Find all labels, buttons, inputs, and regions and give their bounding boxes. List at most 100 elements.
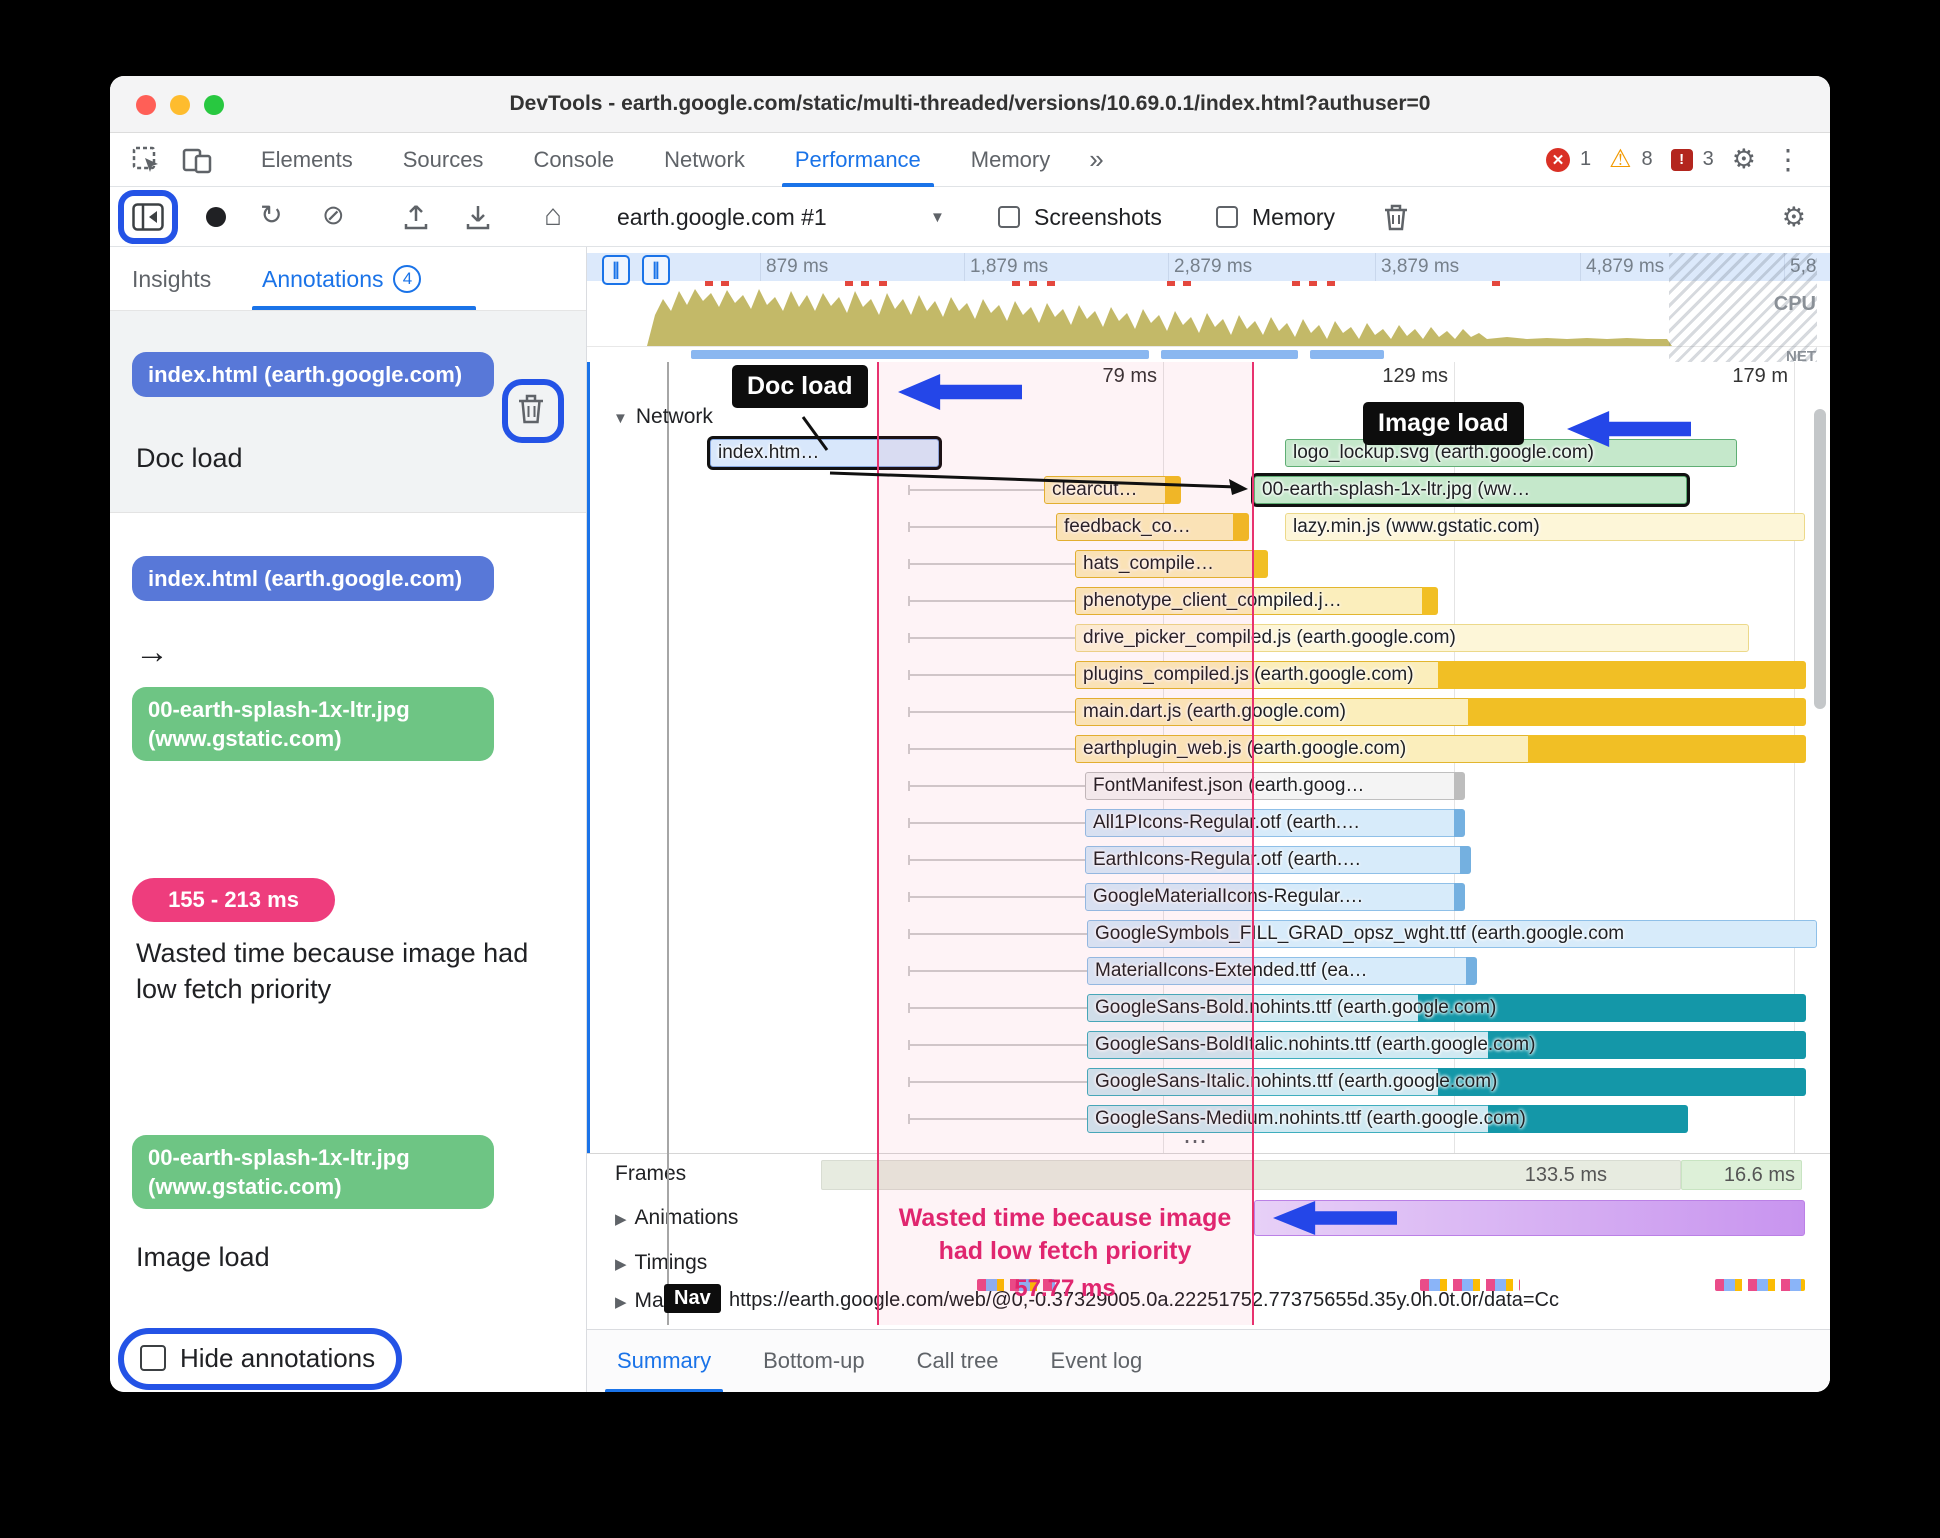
tab-event-log[interactable]: Event log [1025,1330,1169,1393]
annotation-range-pill[interactable]: 155 - 213 ms [132,878,335,922]
home-icon[interactable]: ⌂ [544,201,562,231]
timeline-pane: 879 ms1,879 ms2,879 ms3,879 ms4,879 ms5,… [587,247,1830,1392]
network-request[interactable]: phenotype_client_compiled.j… [1075,587,1438,615]
annotation-chip-link-from[interactable]: index.html (earth.google.com) [132,556,494,601]
network-request[interactable]: GoogleSans-Medium.nohints.ttf (earth.goo… [1087,1105,1688,1133]
request-label: feedback_co… [1064,516,1191,537]
network-request[interactable]: hats_compile… [1075,550,1268,578]
network-request[interactable]: EarthIcons-Regular.otf (earth.… [1085,846,1471,874]
request-whisker [908,596,1075,606]
tab-elements[interactable]: Elements [236,133,378,187]
settings-gear-icon[interactable]: ⚙ [1732,144,1756,175]
annotation-chip-link-to[interactable]: 00-earth-splash-1x-ltr.jpg (www.gstatic.… [132,687,494,761]
tab-console[interactable]: Console [508,133,639,187]
tab-insights[interactable]: Insights [132,247,211,311]
pause-handle-left-icon[interactable]: ∥ [602,255,630,285]
network-request[interactable]: GoogleSans-Italic.nohints.ttf (earth.goo… [1087,1068,1806,1096]
record-button[interactable] [206,207,226,227]
network-request[interactable]: GoogleMaterialIcons-Regular.… [1085,883,1465,911]
request-whisker [908,1040,1087,1050]
collect-garbage-icon[interactable] [1382,202,1410,232]
doc-load-arrow-icon [898,374,1022,410]
request-whisker [908,1077,1087,1087]
network-request[interactable]: earthplugin_web.js (earth.google.com) [1075,735,1806,763]
network-track-header[interactable]: ▼ Network [613,405,713,429]
device-toolbar-icon[interactable] [182,146,212,174]
kebab-menu-icon[interactable]: ⋮ [1766,143,1810,176]
profile-select[interactable]: earth.google.com #1 [617,204,827,231]
time-label: 129 ms [1382,365,1448,387]
nav-marker: Nav [664,1284,721,1313]
network-request[interactable]: FontManifest.json (earth.goog… [1085,772,1465,800]
trash-icon[interactable] [516,392,546,426]
tab-sources[interactable]: Sources [378,133,509,187]
request-label: GoogleSymbols_FILL_GRAD_opsz_wght.ttf (e… [1095,923,1625,944]
tab-network[interactable]: Network [639,133,770,187]
request-whisker [908,966,1087,976]
network-request[interactable]: plugins_compiled.js (earth.google.com) [1075,661,1806,689]
hide-annotations-checkbox[interactable] [140,1345,166,1371]
memory-checkbox[interactable] [1216,206,1238,228]
network-request[interactable]: feedback_co… [1056,513,1249,541]
tab-annotations[interactable]: Annotations 4 [262,247,422,311]
zoom-window-button[interactable] [204,95,224,115]
issues-icon[interactable]: ! [1670,148,1693,171]
more-requests-ellipsis[interactable]: ⋯ [1183,1127,1209,1156]
link-arrow-icon: → [135,633,169,671]
annotation-chip-image[interactable]: 00-earth-splash-1x-ltr.jpg (www.gstatic.… [132,1135,494,1209]
request-whisker [908,485,1044,495]
network-request[interactable]: GoogleSans-Bold.nohints.ttf (earth.googl… [1087,994,1806,1022]
animations-label[interactable]: ▶ Animations [615,1206,738,1230]
request-active-segment [1466,957,1477,985]
scrollbar-thumb[interactable] [1814,409,1826,709]
main-label[interactable]: ▶ Ma [615,1289,664,1313]
warning-icon[interactable]: ⚠ [1609,147,1631,172]
tab-bottom-up[interactable]: Bottom-up [737,1330,891,1393]
title-bar: DevTools - earth.google.com/static/multi… [110,76,1830,133]
download-profile-icon[interactable] [464,203,492,231]
tab-call-tree[interactable]: Call tree [891,1330,1025,1393]
frames-track[interactable]: Frames 133.5 ms 16.6 ms [587,1153,1830,1197]
network-request[interactable]: MaterialIcons-Extended.ttf (ea… [1087,957,1477,985]
reload-and-record-icon[interactable]: ↻ [260,202,283,229]
network-request[interactable]: index.htm… [710,439,939,467]
request-whisker [908,855,1085,865]
minimize-window-button[interactable] [170,95,190,115]
wasted-time-text: Wasted time because image had low fetch … [855,1202,1275,1305]
network-request[interactable]: GoogleSymbols_FILL_GRAD_opsz_wght.ttf (e… [1087,920,1817,948]
screenshots-checkbox[interactable] [998,206,1020,228]
panel-toggle-icon[interactable] [132,203,164,231]
tab-summary[interactable]: Summary [591,1330,737,1392]
waterfall-scrollbar[interactable] [1814,387,1826,1147]
network-request[interactable]: clearcut… [1044,476,1181,504]
capture-settings-gear-icon[interactable]: ⚙ [1782,202,1806,233]
clear-icon[interactable]: ⊘ [322,202,345,229]
tab-performance[interactable]: Performance [770,133,946,187]
chevron-down-icon[interactable]: ▼ [930,209,945,226]
annotation-card-doc-load[interactable] [110,311,586,513]
more-tabs-icon[interactable]: » [1075,144,1117,175]
network-request[interactable]: GoogleSans-BoldItalic.nohints.ttf (earth… [1087,1031,1806,1059]
time-label: 179 m [1732,365,1788,387]
network-request[interactable]: drive_picker_compiled.js (earth.google.c… [1075,624,1749,652]
devtools-tab-bar: Elements Sources Console Network Performance… [110,133,1830,187]
network-request[interactable]: All1PIcons-Regular.otf (earth.… [1085,809,1465,837]
annotation-chip-index-html[interactable]: index.html (earth.google.com) [132,352,494,397]
disclosure-down-icon: ▼ [613,410,628,427]
frames-value-2: 16.6 ms [1723,1164,1795,1186]
request-active-segment [1252,550,1268,578]
warning-count: 8 [1641,148,1653,170]
performance-toolbar: ↻ ⊘ ⌂ earth.google.com #1 ▼ Screenshots … [110,187,1830,247]
pause-handle-right-icon[interactable]: ∥ [642,255,670,285]
timings-label[interactable]: ▶ Timings [615,1251,707,1275]
upload-profile-icon[interactable] [402,203,430,231]
tab-memory[interactable]: Memory [946,133,1075,187]
network-request[interactable]: 00-earth-splash-1x-ltr.jpg (ww… [1254,476,1687,504]
timeline-overview[interactable]: 879 ms1,879 ms2,879 ms3,879 ms4,879 ms5,… [587,253,1830,365]
error-icon[interactable]: ✕ [1545,147,1570,172]
network-request[interactable]: lazy.min.js (www.gstatic.com) [1285,513,1805,541]
network-request[interactable]: main.dart.js (earth.google.com) [1075,698,1806,726]
request-active-segment [1454,883,1465,911]
close-window-button[interactable] [136,95,156,115]
inspect-element-icon[interactable] [132,146,160,174]
